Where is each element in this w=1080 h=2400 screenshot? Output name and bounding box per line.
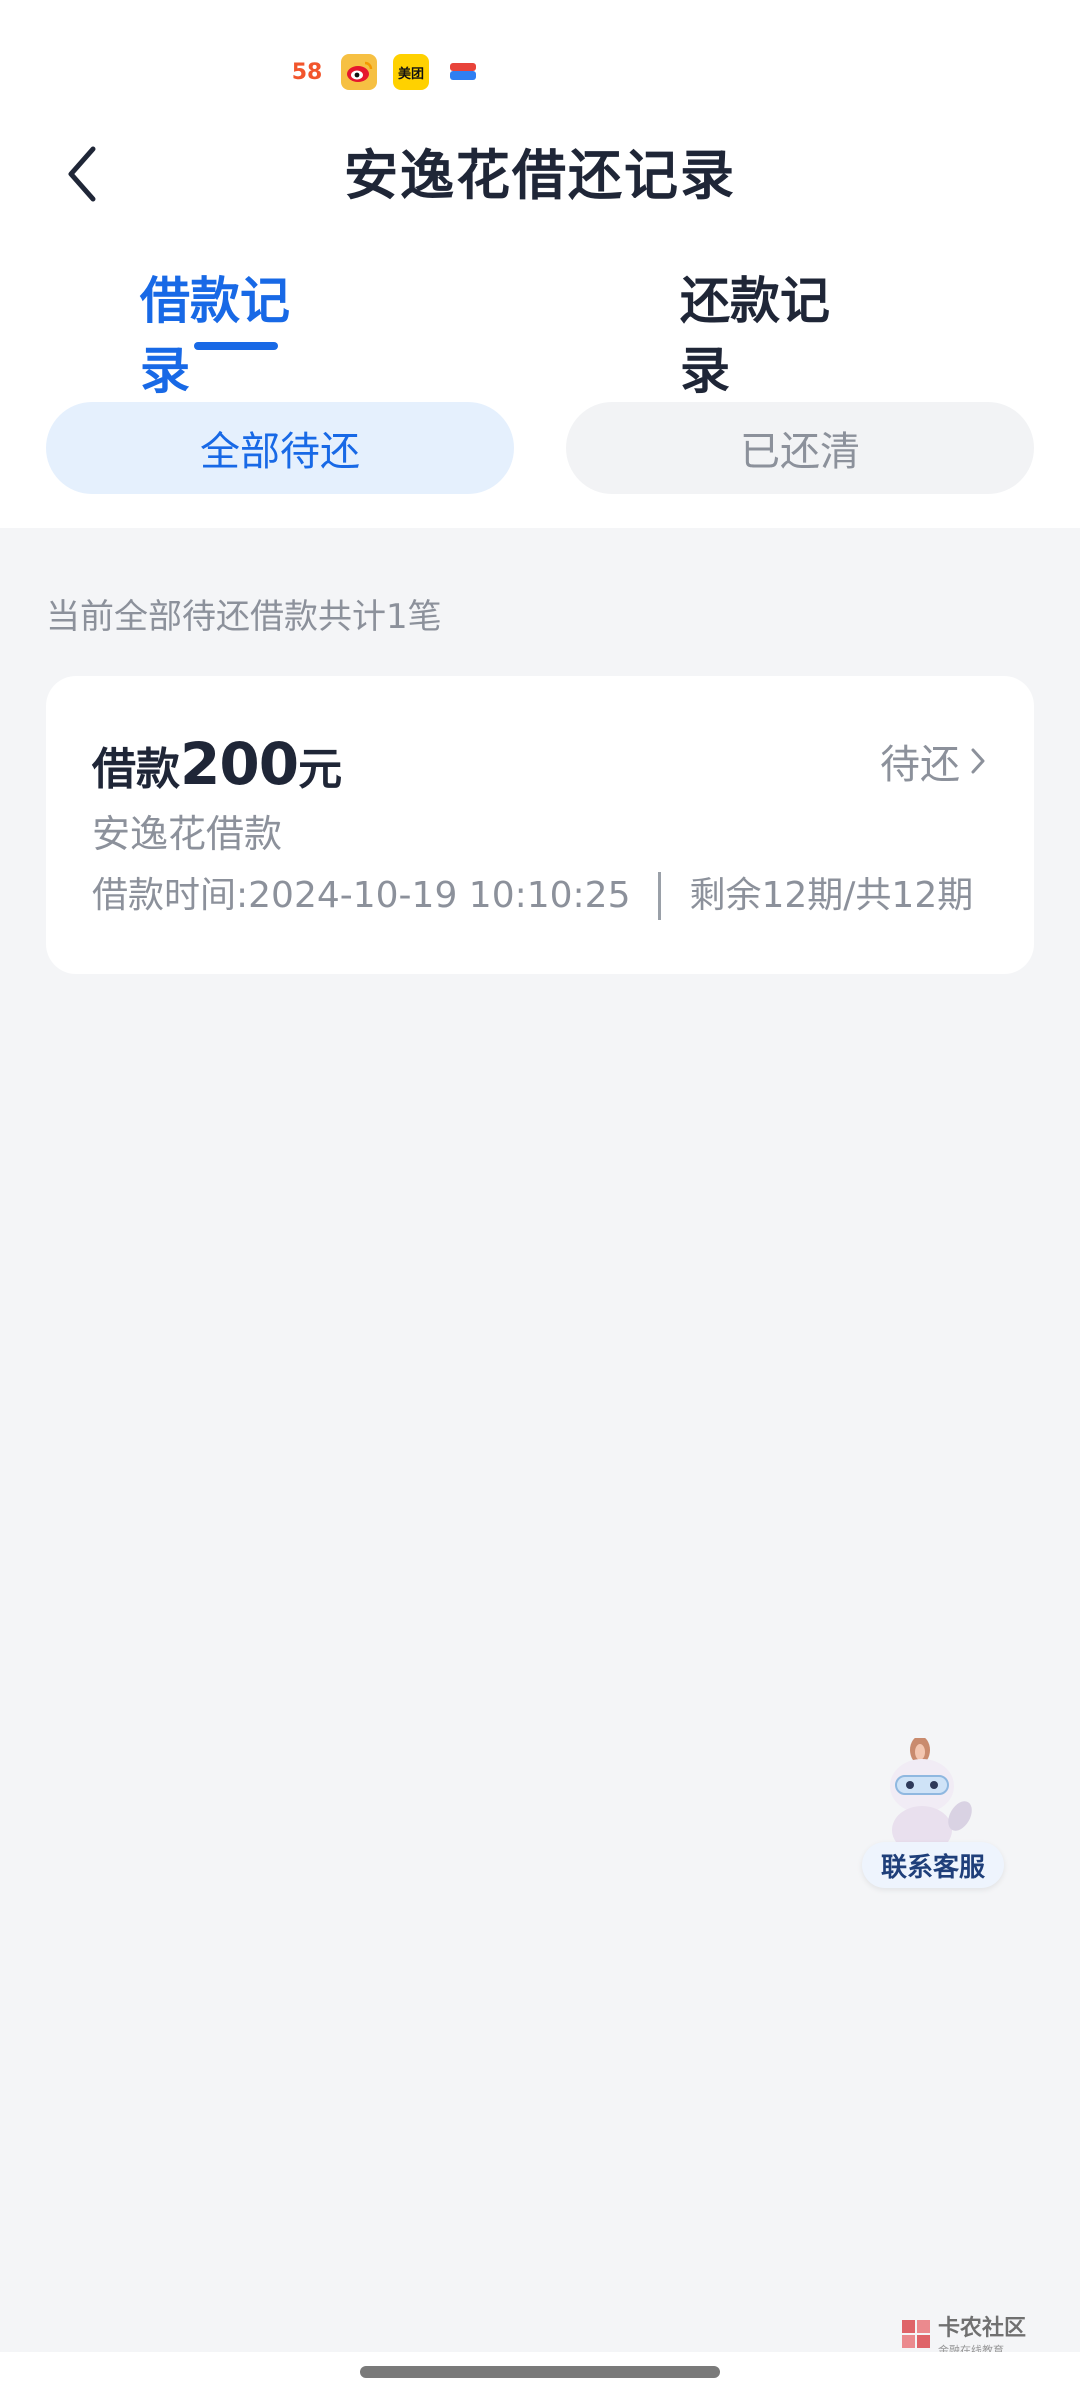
watermark: 卡农社区 金融在线教育 — [900, 2310, 1026, 2358]
loan-status-link[interactable]: 待还 — [880, 732, 986, 790]
loan-amount-unit: 元 — [298, 744, 343, 795]
chevron-right-icon — [971, 748, 985, 774]
58-app-icon: 58 — [289, 54, 325, 90]
customer-service-label: 联系客服 — [862, 1842, 1004, 1888]
wallet-app-icon — [445, 54, 481, 90]
customer-service-button[interactable]: 联系客服 — [862, 1738, 1004, 1888]
rabbit-mascot-icon — [890, 1738, 972, 1854]
weibo-app-icon — [341, 54, 377, 90]
kanong-logo-icon — [902, 2320, 930, 2348]
loan-installments: 剩余12期/共12期 — [689, 875, 974, 916]
page-title: 安逸花借还记录 — [344, 144, 736, 207]
loan-title-prefix: 借款 — [92, 744, 180, 795]
active-tab-indicator — [194, 342, 278, 350]
watermark-title: 卡农社区 — [938, 2316, 1027, 2341]
loan-product-name: 安逸花借款 — [92, 812, 283, 856]
tab-borrow-records[interactable]: 借款记录 — [140, 266, 332, 406]
filter-all-pending[interactable]: 全部待还 — [46, 402, 514, 494]
loan-card[interactable]: 借款 200 元 待还 安逸花借款 借款时间:2024-10-19 10:10:… — [46, 676, 1034, 974]
loan-time: 借款时间:2024-10-19 10:10:25 — [92, 875, 631, 916]
loan-amount: 200 — [180, 730, 299, 798]
pending-summary: 当前全部待还借款共计1笔 — [46, 597, 442, 637]
meituan-app-icon: 美团 — [393, 54, 429, 90]
status-bar-icons: 58 美团 — [289, 54, 481, 90]
meta-divider — [658, 872, 662, 920]
tab-repay-records[interactable]: 还款记录 — [680, 266, 872, 406]
watermark-text-block: 卡农社区 金融在线教育 — [938, 2310, 1026, 2358]
loan-meta: 借款时间:2024-10-19 10:10:25 剩余12期/共12期 — [92, 868, 973, 924]
home-indicator[interactable] — [360, 2366, 720, 2378]
loan-status: 待还 — [880, 742, 960, 788]
loan-title: 借款 200 元 — [92, 730, 342, 798]
filter-cleared[interactable]: 已还清 — [566, 402, 1034, 494]
